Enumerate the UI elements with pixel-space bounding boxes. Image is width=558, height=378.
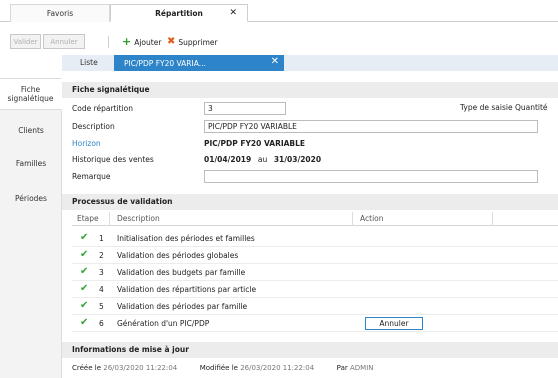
horizon-value: PIC/PDP FY20 VARIABLE [204,139,306,148]
plus-icon: + [122,35,132,48]
header-description: Description [117,214,160,223]
row-description: Initialisation des périodes et familles [117,234,255,243]
row-number: 2 [99,251,104,260]
table-header: Etape Description Action [72,212,558,226]
column-separator [492,212,493,226]
ajouter-button[interactable]: + Ajouter [122,36,161,48]
header-action: Action [360,214,384,223]
tab-repartition[interactable]: Répartition ✕ [110,4,248,22]
table-row[interactable]: ✔ 6 Génération d'un PIC/PDP Annuler [72,315,558,332]
row-description: Validation des périodes par famille [117,302,248,311]
supprimer-button[interactable]: ✖ Supprimer [167,36,218,48]
top-tab-bar: Favoris Répartition ✕ [0,0,558,22]
close-chip-icon[interactable]: ✕ [271,56,279,67]
liste-label[interactable]: Liste [80,58,98,67]
row-description: Validation des périodes globales [117,251,239,260]
valider-button[interactable]: Valider [10,34,41,49]
par-label: Par [336,364,348,372]
code-label: Code répartition [72,104,133,113]
creee-label: Créée le [72,364,102,372]
row-description: Génération d'un PIC/PDP [117,319,210,328]
sidebar-item-periodes[interactable]: Périodes [0,194,62,203]
check-icon: ✔ [80,283,89,294]
column-separator [352,212,353,226]
toolbar-separator [108,36,109,48]
sidebar-item-fiche[interactable]: Fiche signalétique [0,78,62,110]
table-row[interactable]: ✔ 4 Validation des répartitions par arti… [72,281,558,298]
row-description: Validation des répartitions par article [117,285,257,294]
tab-repartition-label: Répartition [155,8,203,18]
type-saisie-value: Quantité [514,103,548,112]
table-row[interactable]: ✔ 2 Validation des périodes globales [72,247,558,264]
tab-favoris[interactable]: Favoris [10,4,110,22]
annuler-button[interactable]: Annuler [43,34,85,49]
historique-to: 31/03/2020 [273,155,322,164]
row-number: 6 [99,319,104,328]
sidebar-item-clients[interactable]: Clients [0,126,62,135]
liste-bar: Liste PIC/PDP FY20 VARIA... ✕ [62,55,558,71]
historique-au: au [257,155,268,164]
check-icon: ✔ [80,249,89,260]
header-etape: Etape [77,214,99,223]
column-separator [109,212,110,226]
description-label: Description [72,122,115,131]
horizon-link[interactable]: Horizon [72,139,101,148]
update-info: Créée le 26/03/2020 11:22:04 Modifiée le… [72,364,374,372]
par-value: ADMIN [349,364,374,372]
type-saisie: Type de saisie Quantité [460,103,548,112]
record-chip-label: PIC/PDP FY20 VARIA... [124,58,206,68]
table-row[interactable]: ✔ 5 Validation des périodes par famille [72,298,558,315]
annuler-generation-button[interactable]: Annuler [365,317,423,330]
creee-value: 26/03/2020 11:22:04 [103,364,178,372]
check-icon: ✔ [80,300,89,311]
main-panel: Fiche signalétique Code répartition 3 Ty… [62,78,558,378]
remarque-input[interactable] [204,170,538,183]
historique-label: Historique des ventes [72,155,154,164]
ajouter-label: Ajouter [134,37,162,47]
description-input[interactable]: PIC/PDP FY20 VARIABLE [204,120,538,133]
code-input[interactable]: 3 [204,102,286,115]
row-number: 5 [99,302,104,311]
close-tab-icon[interactable]: ✕ [229,8,237,18]
check-icon: ✔ [80,232,89,243]
row-number: 4 [99,285,104,294]
section-info-title: Informations de mise à jour [62,342,558,358]
remarque-label: Remarque [72,172,111,181]
historique-range: 01/04/2019 au 31/03/2020 [204,155,321,164]
modifiee-label: Modifiée le [199,364,238,372]
table-row[interactable]: ✔ 3 Validation des budgets par famille [72,264,558,281]
row-description: Validation des budgets par famille [117,268,246,277]
modifiee-value: 26/03/2020 11:22:04 [240,364,315,372]
type-saisie-label: Type de saisie [460,103,513,112]
row-number: 1 [99,234,104,243]
sidebar-item-familles[interactable]: Familles [0,159,62,168]
sidebar: Fiche signalétique Clients Familles Péri… [0,78,62,378]
toolbar: Valider Annuler + Ajouter ✖ Supprimer [0,28,558,52]
tab-favoris-label: Favoris [46,9,74,18]
section-fiche-title: Fiche signalétique [62,82,558,98]
section-process-title: Processus de validation [62,194,558,210]
check-icon: ✔ [80,266,89,277]
row-number: 3 [99,268,104,277]
delete-icon: ✖ [167,36,176,47]
historique-from: 01/04/2019 [204,155,252,164]
check-icon: ✔ [80,317,89,328]
record-chip[interactable]: PIC/PDP FY20 VARIA... ✕ [114,55,284,71]
table-row[interactable]: ✔ 1 Initialisation des périodes et famil… [72,230,558,247]
supprimer-label: Supprimer [178,37,218,47]
